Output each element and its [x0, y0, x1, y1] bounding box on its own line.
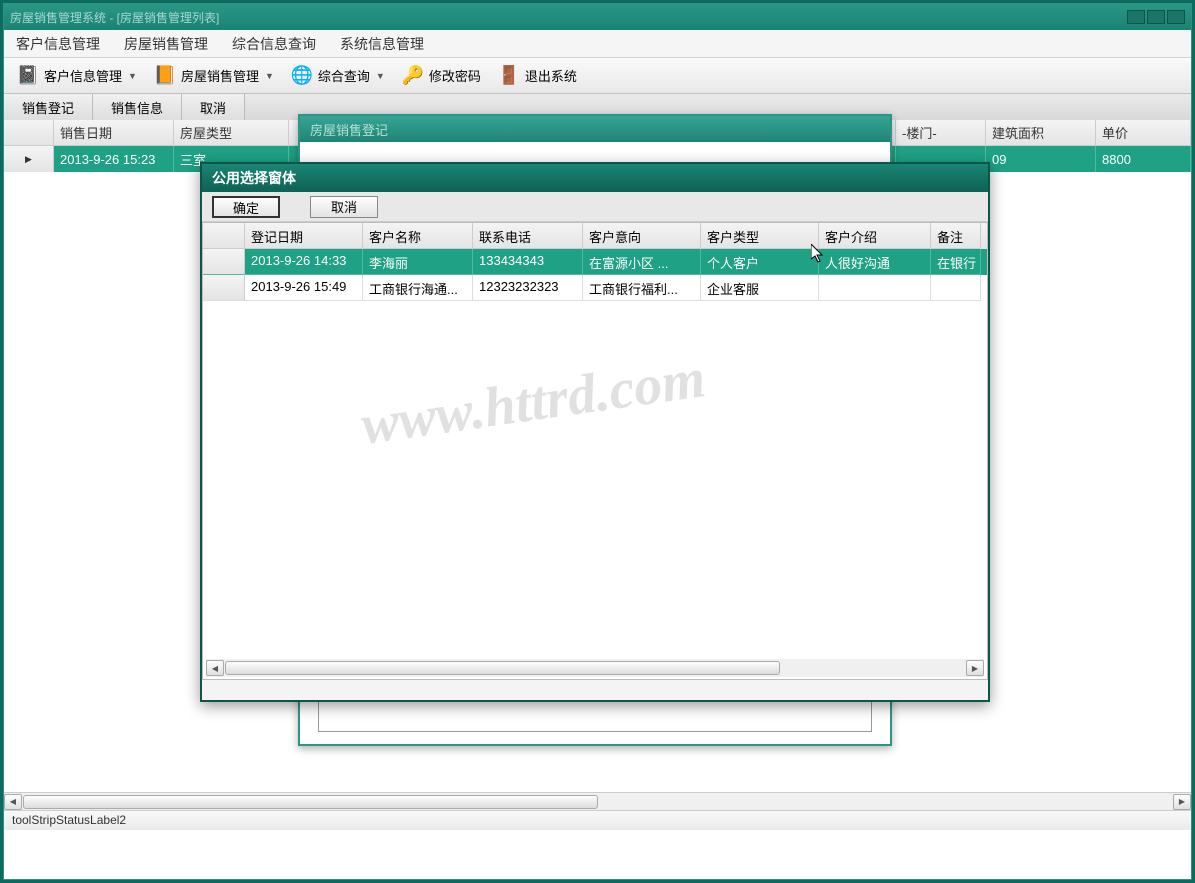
selector-row-selected[interactable]: 2013-9-26 14:33 李海丽 133434343 在富源小区 ... … [203, 249, 987, 275]
tab-register[interactable]: 销售登记 [4, 94, 93, 120]
window-title: 房屋销售管理系统 - [房屋销售管理列表] [10, 9, 219, 26]
chevron-down-icon: ▼ [265, 71, 274, 81]
col-cust-type[interactable]: 客户类型 [701, 223, 819, 249]
selector-dialog: 公用选择窗体 确定 取消 登记日期 客户名称 联系电话 客户意向 客户类型 客户… [200, 162, 990, 702]
col-phone[interactable]: 联系电话 [473, 223, 583, 249]
col-intent[interactable]: 客户意向 [583, 223, 701, 249]
status-bar: toolStripStatusLabel2 [4, 810, 1191, 830]
col-note[interactable]: 备注 [931, 223, 981, 249]
toolbar-password[interactable]: 🔑 修改密码 [395, 62, 487, 90]
menu-customer[interactable]: 客户信息管理 [16, 34, 100, 54]
scroll-thumb[interactable] [225, 661, 780, 675]
scroll-right-button[interactable]: ▶ [966, 660, 984, 676]
title-bar: 房屋销售管理系统 - [房屋销售管理列表] [4, 4, 1191, 30]
col-reg-date[interactable]: 登记日期 [245, 223, 363, 249]
key-icon: 🔑 [401, 64, 425, 88]
col-cust-name[interactable]: 客户名称 [363, 223, 473, 249]
scroll-track[interactable] [23, 794, 1172, 810]
col-house-type[interactable]: 房屋类型 [174, 120, 289, 145]
tab-info[interactable]: 销售信息 [93, 94, 182, 120]
selector-row[interactable]: 2013-9-26 15:49 工商银行海通... 12323232323 工商… [203, 275, 987, 301]
scroll-thumb[interactable] [23, 795, 598, 809]
scroll-left-button[interactable]: ◀ [4, 794, 22, 810]
col-intro[interactable]: 客户介绍 [819, 223, 931, 249]
cell-area: 09 [986, 146, 1096, 172]
cell-sale-date: 2013-9-26 15:23 [54, 146, 174, 172]
col-area[interactable]: 建筑面积 [986, 120, 1096, 145]
globe-icon: 🌐 [290, 64, 314, 88]
chevron-down-icon: ▼ [376, 71, 385, 81]
bg-dialog-title: 房屋销售登记 [300, 116, 890, 142]
window-controls [1127, 10, 1185, 24]
toolbar-exit[interactable]: 🚪 退出系统 [491, 62, 583, 90]
book-icon: 📙 [153, 64, 177, 88]
col-sale-date[interactable]: 销售日期 [54, 120, 174, 145]
col-floor[interactable]: -楼门- [896, 120, 986, 145]
toolbar-sales[interactable]: 📙 房屋销售管理 ▼ [147, 62, 280, 90]
tab-cancel[interactable]: 取消 [182, 94, 245, 120]
sel-row-indicator [203, 249, 245, 275]
selector-grid-header: 登记日期 客户名称 联系电话 客户意向 客户类型 客户介绍 备注 [203, 223, 987, 249]
status-label: toolStripStatusLabel2 [12, 813, 126, 827]
chevron-down-icon: ▼ [128, 71, 137, 81]
close-button[interactable] [1167, 10, 1185, 24]
maximize-button[interactable] [1147, 10, 1165, 24]
door-icon: 🚪 [497, 64, 521, 88]
cancel-button[interactable]: 取消 [310, 196, 378, 218]
cell-price: 8800 [1096, 146, 1191, 172]
menu-sales[interactable]: 房屋销售管理 [124, 34, 208, 54]
toolbar-query[interactable]: 🌐 综合查询 ▼ [284, 62, 391, 90]
row-indicator [4, 146, 54, 172]
row-indicator-header [4, 120, 54, 145]
selector-button-row: 确定 取消 [202, 192, 988, 222]
main-h-scrollbar[interactable]: ◀ ▶ [4, 792, 1191, 810]
sel-row-indicator-header [203, 223, 245, 249]
scroll-left-button[interactable]: ◀ [206, 660, 224, 676]
scroll-track[interactable] [225, 660, 965, 676]
notebook-icon: 📓 [16, 64, 40, 88]
selector-title: 公用选择窗体 [202, 164, 988, 192]
menu-query[interactable]: 综合信息查询 [232, 34, 316, 54]
scroll-right-button[interactable]: ▶ [1173, 794, 1191, 810]
minimize-button[interactable] [1127, 10, 1145, 24]
selector-grid: 登记日期 客户名称 联系电话 客户意向 客户类型 客户介绍 备注 2013-9-… [202, 222, 988, 680]
tool-bar: 📓 客户信息管理 ▼ 📙 房屋销售管理 ▼ 🌐 综合查询 ▼ 🔑 修改密码 🚪 … [4, 58, 1191, 94]
menu-bar: 客户信息管理 房屋销售管理 综合信息查询 系统信息管理 [4, 30, 1191, 58]
toolbar-customer[interactable]: 📓 客户信息管理 ▼ [10, 62, 143, 90]
sel-row-indicator [203, 275, 245, 301]
selector-h-scrollbar[interactable]: ◀ ▶ [206, 659, 984, 677]
confirm-button[interactable]: 确定 [212, 196, 280, 218]
menu-system[interactable]: 系统信息管理 [340, 34, 424, 54]
col-price[interactable]: 单价 [1096, 120, 1191, 145]
